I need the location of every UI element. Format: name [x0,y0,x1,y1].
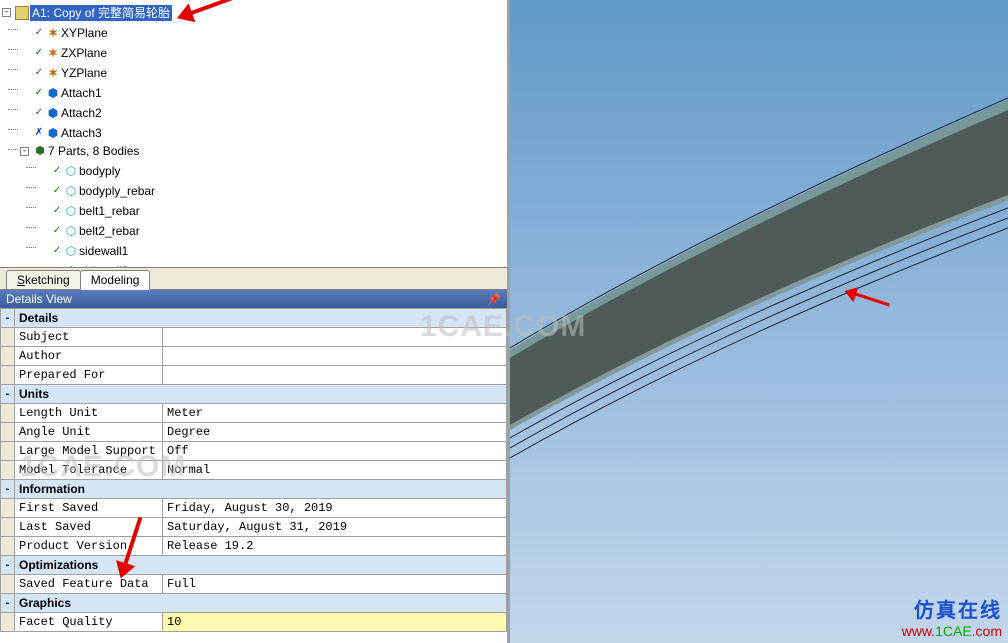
section-header: Units [15,385,507,404]
attach-icon: ⬢ [46,126,60,140]
prop-value[interactable]: 10 [163,613,507,632]
prop-label: Subject [15,328,163,347]
prop-value[interactable] [163,328,507,347]
prop-value: Saturday, August 31, 2019 [163,518,507,537]
details-header: Details View 📌 [0,290,507,308]
tree-item[interactable]: Attach2 [61,105,102,121]
plane-icon: ✶ [46,26,60,40]
body-icon: ⬡ [64,224,78,238]
prop-label: Product Version [15,537,163,556]
prop-label: First Saved [15,499,163,518]
prop-value[interactable]: Full [163,575,507,594]
body-icon: ⬡ [64,244,78,258]
prop-value[interactable] [163,366,507,385]
prop-value[interactable]: Normal [163,461,507,480]
prop-value[interactable] [163,347,507,366]
section-header: Information [15,480,507,499]
tree-item[interactable]: YZPlane [61,65,107,81]
body-icon: ⬡ [64,164,78,178]
check-icon: ✓ [33,25,45,41]
prop-value[interactable]: Degree [163,423,507,442]
prop-label: Model Tolerance [15,461,163,480]
tree-item[interactable]: ZXPlane [61,45,107,61]
prop-label: Large Model Support [15,442,163,461]
tree-item[interactable]: 7 Parts, 8 Bodies [48,143,139,159]
model-geometry [510,0,1008,643]
prop-label: Saved Feature Data [15,575,163,594]
section-collapse-icon[interactable]: - [1,480,15,499]
tab-modeling[interactable]: Modeling [80,270,151,290]
tree-collapse-icon[interactable]: - [20,147,29,156]
tree-item[interactable]: belt1_rebar [79,203,140,219]
tree-item[interactable]: bodyply_rebar [79,183,155,199]
prop-label: Length Unit [15,404,163,423]
prop-label: Angle Unit [15,423,163,442]
section-header: Graphics [15,594,507,613]
details-title: Details View [6,292,72,306]
prop-value[interactable]: Meter [163,404,507,423]
prop-value: Friday, August 30, 2019 [163,499,507,518]
section-header: Optimizations [15,556,507,575]
tree-item[interactable]: belt2_rebar [79,223,140,239]
pin-icon[interactable]: 📌 [487,293,501,306]
check-icon: ✓ [51,183,63,199]
plane-icon: ✶ [46,66,60,80]
check-icon: ✓ [51,223,63,239]
prop-label: Prepared For [15,366,163,385]
section-header: Details [15,309,507,328]
check-icon: ✓ [33,45,45,61]
attach-icon: ⬢ [46,106,60,120]
parts-icon: ⬢ [33,144,47,158]
body-icon: ⬡ [64,204,78,218]
check-icon: ✓ [51,203,63,219]
prop-label: Facet Quality [15,613,163,632]
tree-collapse-icon[interactable]: - [2,8,11,17]
model-tree[interactable]: - A1: Copy of 完整简易轮胎 ✓✶XYPlane ✓✶ZXPlane… [0,0,507,268]
details-grid[interactable]: -Details Subject Author Prepared For -Un… [0,308,507,643]
check-icon: ✓ [33,85,45,101]
tree-item[interactable]: Attach1 [61,85,102,101]
check-icon: ✓ [51,243,63,259]
prop-value[interactable]: Off [163,442,507,461]
prop-value: Release 19.2 [163,537,507,556]
tree-item[interactable]: Attach3 [61,125,102,141]
tree-item[interactable]: bodyply [79,163,120,179]
x-icon: ✗ [33,125,45,141]
body-icon: ⬡ [64,184,78,198]
attach-icon: ⬢ [46,86,60,100]
tree-item[interactable]: sidewall1 [79,243,128,259]
model-icon [15,6,29,20]
tree-root-label[interactable]: A1: Copy of 完整简易轮胎 [30,5,172,21]
section-collapse-icon[interactable]: - [1,385,15,404]
section-collapse-icon[interactable]: - [1,556,15,575]
left-panel: - A1: Copy of 完整简易轮胎 ✓✶XYPlane ✓✶ZXPlane… [0,0,510,643]
check-icon: ✓ [33,105,45,121]
section-collapse-icon[interactable]: - [1,309,15,328]
section-collapse-icon[interactable]: - [1,594,15,613]
tab-sketching[interactable]: Sketching [6,270,81,289]
tab-bar: Sketching Modeling [0,268,507,290]
prop-label: Author [15,347,163,366]
tree-item[interactable]: XYPlane [61,25,108,41]
plane-icon: ✶ [46,46,60,60]
graphics-viewport[interactable] [510,0,1008,643]
check-icon: ✓ [51,163,63,179]
check-icon: ✓ [33,65,45,81]
